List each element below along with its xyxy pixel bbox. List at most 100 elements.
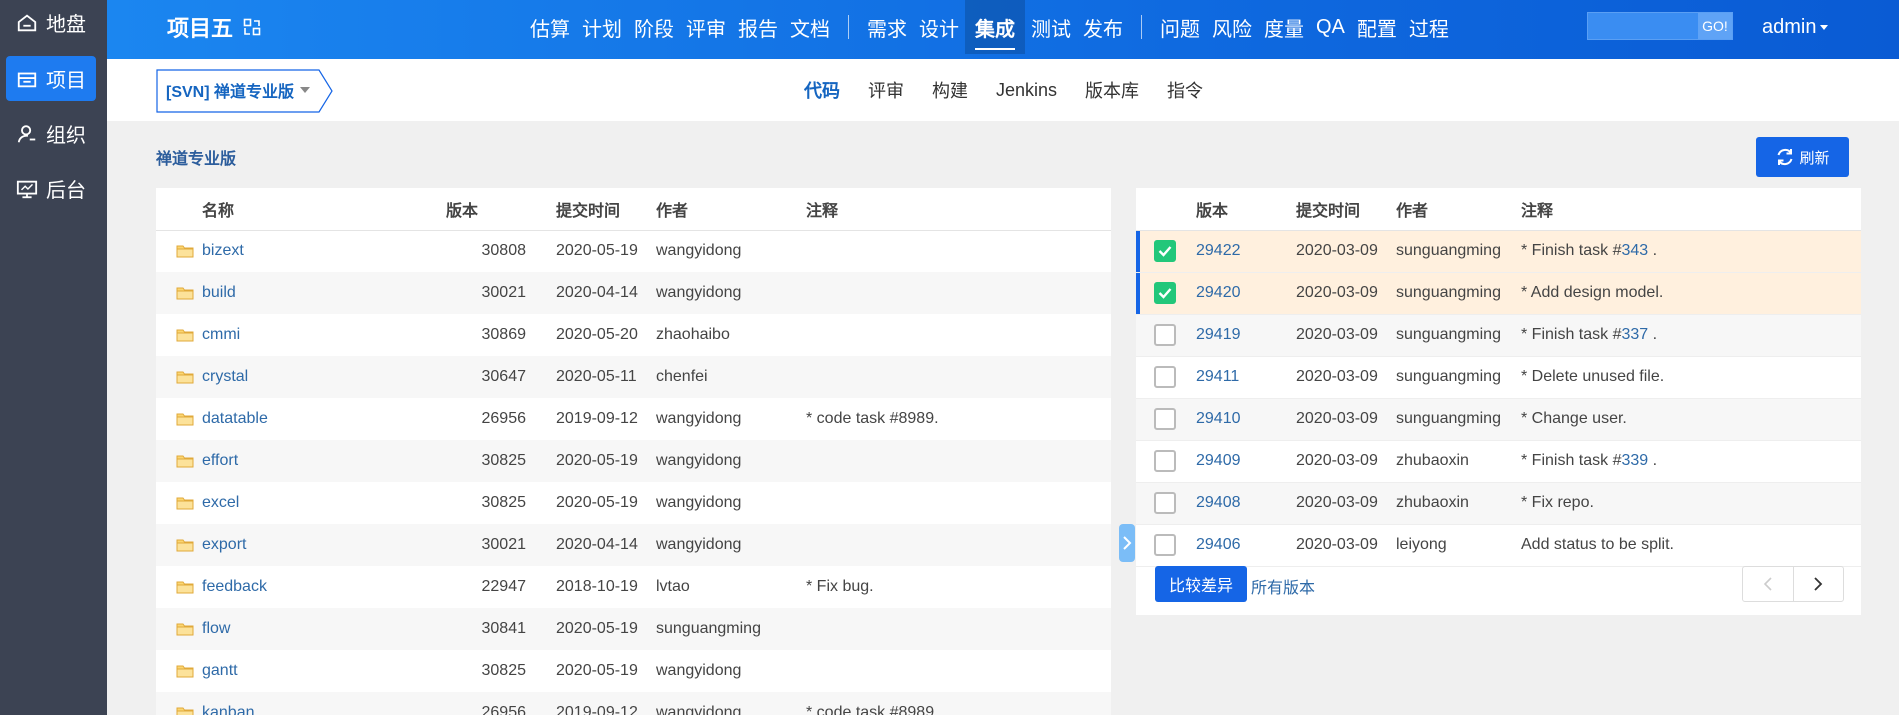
prev-page-button[interactable] [1743, 567, 1794, 601]
row-checkbox[interactable] [1154, 492, 1176, 514]
file-name-cell[interactable]: feedback [156, 566, 446, 608]
file-name[interactable]: feedback [202, 578, 267, 595]
file-name-cell[interactable]: build [156, 272, 446, 314]
file-name[interactable]: crystal [202, 368, 248, 385]
file-name-cell[interactable]: export [156, 524, 446, 566]
table-row[interactable]: 29419 2020-03-09 sunguangming * Finish task… [1136, 314, 1861, 357]
nav-design[interactable]: 设计 [913, 0, 965, 54]
project-switcher[interactable]: 项目五 [167, 0, 261, 54]
column-header-comment[interactable]: 注释 [806, 188, 1111, 231]
file-name[interactable]: effort [202, 452, 238, 469]
file-name[interactable]: bizext [202, 242, 244, 259]
table-row[interactable]: 29410 2020-03-09 sunguangming * Change user… [1136, 398, 1861, 441]
sidebar-item-organization[interactable]: 组织 [6, 111, 96, 156]
row-checkbox[interactable] [1154, 324, 1176, 346]
column-header-revision[interactable]: 版本 [446, 188, 556, 231]
table-row[interactable]: 29422 2020-03-09 sunguangming * Finish task… [1136, 230, 1861, 273]
nav-measure[interactable]: 度量 [1258, 0, 1310, 54]
compare-diff-button[interactable]: 比较差异 [1155, 566, 1247, 602]
nav-report[interactable]: 报告 [732, 0, 784, 54]
file-name[interactable]: excel [202, 494, 239, 511]
revision-cell[interactable]: 29411 [1196, 356, 1296, 399]
nav-issue[interactable]: 问题 [1154, 0, 1206, 54]
revision-link[interactable]: 29419 [1196, 326, 1241, 343]
revision-link[interactable]: 29408 [1196, 494, 1241, 511]
tab-repository[interactable]: 版本库 [1085, 77, 1139, 103]
file-name[interactable]: datatable [202, 410, 268, 427]
column-header-name[interactable]: 名称 [156, 188, 446, 231]
tab-code[interactable]: 代码 [804, 77, 840, 103]
row-checkbox[interactable] [1154, 366, 1176, 388]
repo-selector[interactable]: [SVN] 禅道专业版 [156, 69, 333, 113]
file-name-cell[interactable]: bizext [156, 230, 446, 272]
row-checkbox[interactable] [1154, 240, 1176, 262]
revision-link[interactable]: 29410 [1196, 410, 1241, 427]
tab-jenkins[interactable]: Jenkins [996, 80, 1057, 101]
tab-build[interactable]: 构建 [932, 77, 968, 103]
file-name-cell[interactable]: cmmi [156, 314, 446, 356]
panel-toggle-handle[interactable] [1119, 524, 1135, 562]
task-link[interactable]: 337 [1621, 326, 1648, 343]
row-checkbox[interactable] [1154, 282, 1176, 304]
revision-cell[interactable]: 29422 [1196, 230, 1296, 273]
sidebar-item-admin[interactable]: 后台 [6, 166, 96, 211]
nav-plan[interactable]: 计划 [576, 0, 628, 54]
column-header-revision[interactable]: 版本 [1196, 188, 1296, 231]
revision-link[interactable]: 29420 [1196, 284, 1241, 301]
table-row[interactable]: 29411 2020-03-09 sunguangming * Delete unus… [1136, 356, 1861, 399]
file-name-cell[interactable]: effort [156, 440, 446, 482]
search-go-button[interactable]: GO! [1698, 13, 1732, 39]
revision-link[interactable]: 29422 [1196, 242, 1241, 259]
table-row[interactable]: 29408 2020-03-09 zhubaoxin * Fix repo. [1136, 482, 1861, 525]
column-header-comment[interactable]: 注释 [1521, 188, 1861, 231]
file-name[interactable]: cmmi [202, 326, 240, 343]
table-row[interactable]: 29409 2020-03-09 zhubaoxin * Finish task #3… [1136, 440, 1861, 483]
table-row[interactable]: 29406 2020-03-09 leiyong Add status to be s… [1136, 524, 1861, 567]
all-versions-link[interactable]: 所有版本 [1251, 574, 1315, 598]
column-header-date[interactable]: 提交时间 [556, 188, 656, 231]
revision-link[interactable]: 29406 [1196, 536, 1241, 553]
tab-review[interactable]: 评审 [868, 77, 904, 103]
tab-instruction[interactable]: 指令 [1167, 77, 1203, 103]
row-checkbox[interactable] [1154, 450, 1176, 472]
nav-estimate[interactable]: 估算 [524, 0, 576, 54]
sidebar-item-dashboard[interactable]: 地盘 [6, 0, 96, 45]
nav-document[interactable]: 文档 [784, 0, 836, 54]
user-menu[interactable]: admin [1762, 0, 1829, 54]
refresh-button[interactable]: 刷新 [1756, 137, 1849, 177]
nav-process[interactable]: 过程 [1403, 0, 1455, 54]
file-name[interactable]: gantt [202, 662, 238, 679]
file-name-cell[interactable]: crystal [156, 356, 446, 398]
nav-release[interactable]: 发布 [1077, 0, 1129, 54]
file-name-cell[interactable]: gantt [156, 650, 446, 692]
revision-link[interactable]: 29411 [1196, 368, 1239, 385]
nav-review[interactable]: 评审 [680, 0, 732, 54]
column-header-author[interactable]: 作者 [1396, 188, 1521, 231]
sidebar-item-project[interactable]: 项目 [6, 56, 96, 101]
revision-cell[interactable]: 29406 [1196, 524, 1296, 567]
task-link[interactable]: 343 [1621, 242, 1648, 259]
revision-cell[interactable]: 29410 [1196, 398, 1296, 441]
nav-risk[interactable]: 风险 [1206, 0, 1258, 54]
revision-link[interactable]: 29409 [1196, 452, 1241, 469]
task-link[interactable]: 339 [1621, 452, 1648, 469]
table-row[interactable]: 29420 2020-03-09 sunguangming * Add design … [1136, 272, 1861, 315]
revision-cell[interactable]: 29419 [1196, 314, 1296, 357]
file-name[interactable]: flow [202, 620, 230, 637]
column-header-date[interactable]: 提交时间 [1296, 188, 1396, 231]
row-checkbox[interactable] [1154, 408, 1176, 430]
file-name-cell[interactable]: kanban [156, 692, 446, 715]
revision-cell[interactable]: 29409 [1196, 440, 1296, 483]
revision-cell[interactable]: 29420 [1196, 272, 1296, 315]
search-input[interactable] [1588, 13, 1700, 39]
file-name-cell[interactable]: excel [156, 482, 446, 524]
column-header-author[interactable]: 作者 [656, 188, 806, 231]
nav-stage[interactable]: 阶段 [628, 0, 680, 54]
nav-requirement[interactable]: 需求 [861, 0, 913, 54]
nav-config[interactable]: 配置 [1351, 0, 1403, 54]
file-name-cell[interactable]: datatable [156, 398, 446, 440]
file-name[interactable]: build [202, 284, 236, 301]
nav-test[interactable]: 测试 [1025, 0, 1077, 54]
file-name[interactable]: kanban [202, 704, 255, 715]
file-name[interactable]: export [202, 536, 246, 553]
